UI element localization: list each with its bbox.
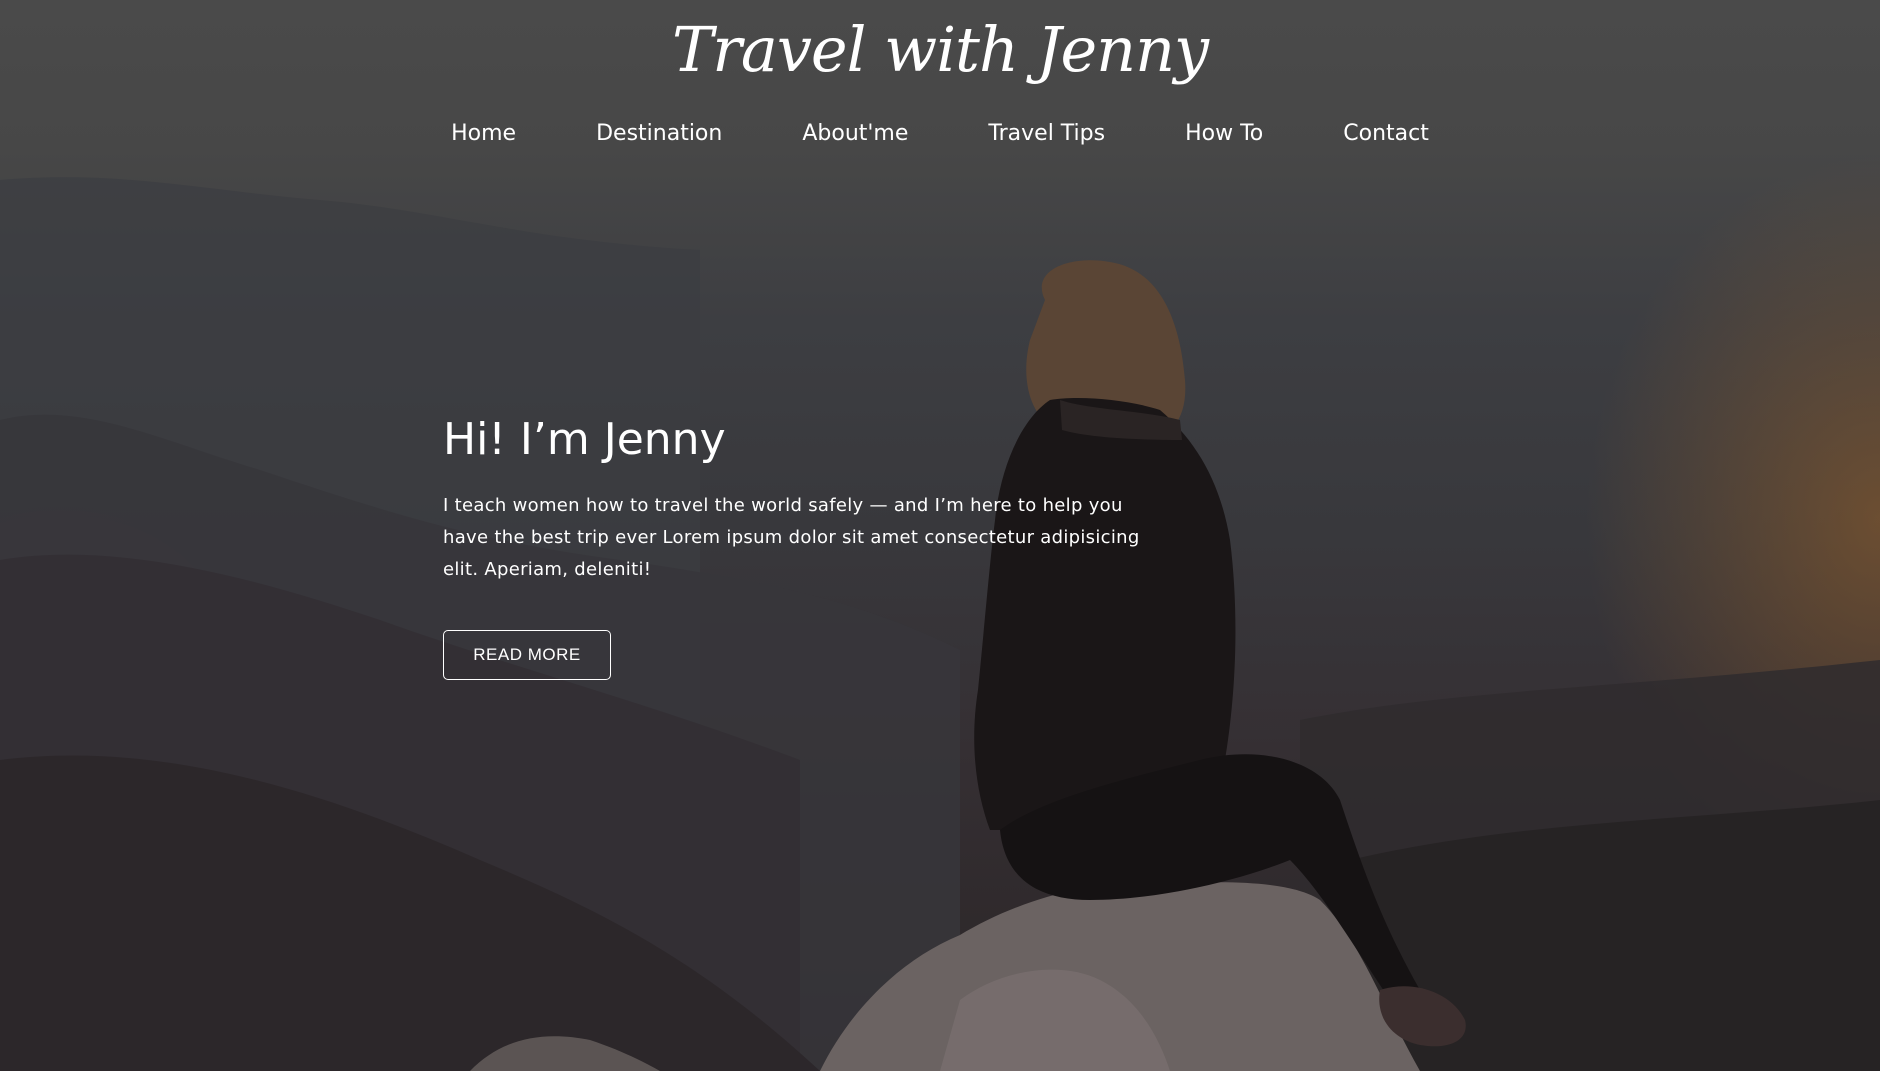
hero-intro: Hi! I’m Jenny I teach women how to trave… xyxy=(443,410,1163,586)
hero-description: I teach women how to travel the world sa… xyxy=(443,495,1140,580)
site-title-logo[interactable]: Travel with Jenny xyxy=(0,2,1880,98)
nav-item-contact[interactable]: Contact xyxy=(1343,116,1429,152)
nav-item-destination[interactable]: Destination xyxy=(596,116,722,152)
nav-item-travel-tips[interactable]: Travel Tips xyxy=(988,116,1105,152)
nav-item-about-me[interactable]: About'me xyxy=(802,116,908,152)
nav-item-how-to[interactable]: How To xyxy=(1185,116,1263,152)
hero-heading: Hi! I’m Jenny xyxy=(443,414,726,465)
read-more-button[interactable]: READ MORE xyxy=(443,630,611,680)
hero-section: Travel with Jenny Home Destination About… xyxy=(0,0,1880,1071)
main-navigation: Home Destination About'me Travel Tips Ho… xyxy=(0,116,1880,152)
nav-item-home[interactable]: Home xyxy=(451,116,516,152)
